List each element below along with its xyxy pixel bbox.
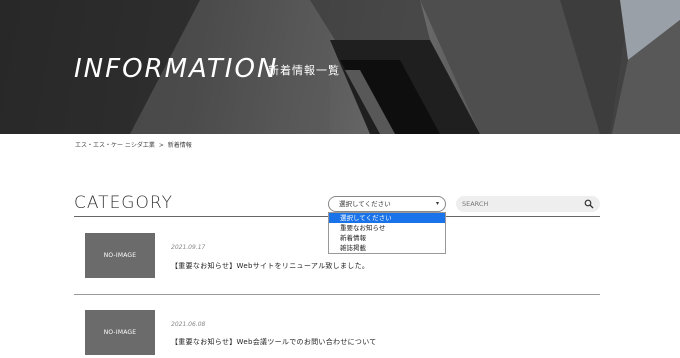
search-input[interactable] [462, 198, 578, 210]
category-dropdown-list: 選択してください 重要なお知らせ 新着情報 雑誌掲載 [328, 212, 446, 254]
category-option[interactable]: 重要なお知らせ [329, 223, 445, 233]
hero-subtitle: 新着情報一覧 [268, 64, 340, 77]
category-option[interactable]: 新着情報 [329, 233, 445, 243]
category-option[interactable]: 選択してください [329, 213, 445, 223]
category-select-value: 選択してください [339, 200, 391, 208]
category-heading: CATEGORY [74, 193, 173, 213]
category-option[interactable]: 雑誌掲載 [329, 243, 445, 253]
search-icon[interactable] [584, 199, 594, 209]
post-title-link[interactable]: 【重要なお知らせ】Webサイトをリニューアル致しました。 [171, 261, 369, 271]
hero-banner: INFORMATION 新着情報一覧 [0, 0, 680, 134]
post-title-link[interactable]: 【重要なお知らせ】Web会議ツールでのお問い合わせについて [171, 337, 377, 347]
post-divider [74, 294, 600, 295]
post-thumbnail[interactable]: NO-IMAGE [85, 310, 155, 355]
breadcrumb-home-link[interactable]: エス・エス・ケー ニシダ工業 [75, 142, 155, 149]
breadcrumb-separator: > [158, 142, 164, 149]
category-select[interactable]: 選択してください ▾ [328, 196, 446, 212]
search-box [456, 196, 600, 212]
post-thumbnail[interactable]: NO-IMAGE [85, 233, 155, 278]
breadcrumb: エス・エス・ケー ニシダ工業 > 新着情報 [75, 140, 194, 149]
chevron-down-icon: ▾ [435, 200, 439, 207]
post-date: 2021.09.17 [171, 244, 206, 251]
breadcrumb-current: 新着情報 [167, 142, 192, 149]
hero-title: INFORMATION [74, 54, 279, 84]
post-date: 2021.06.08 [171, 321, 206, 328]
